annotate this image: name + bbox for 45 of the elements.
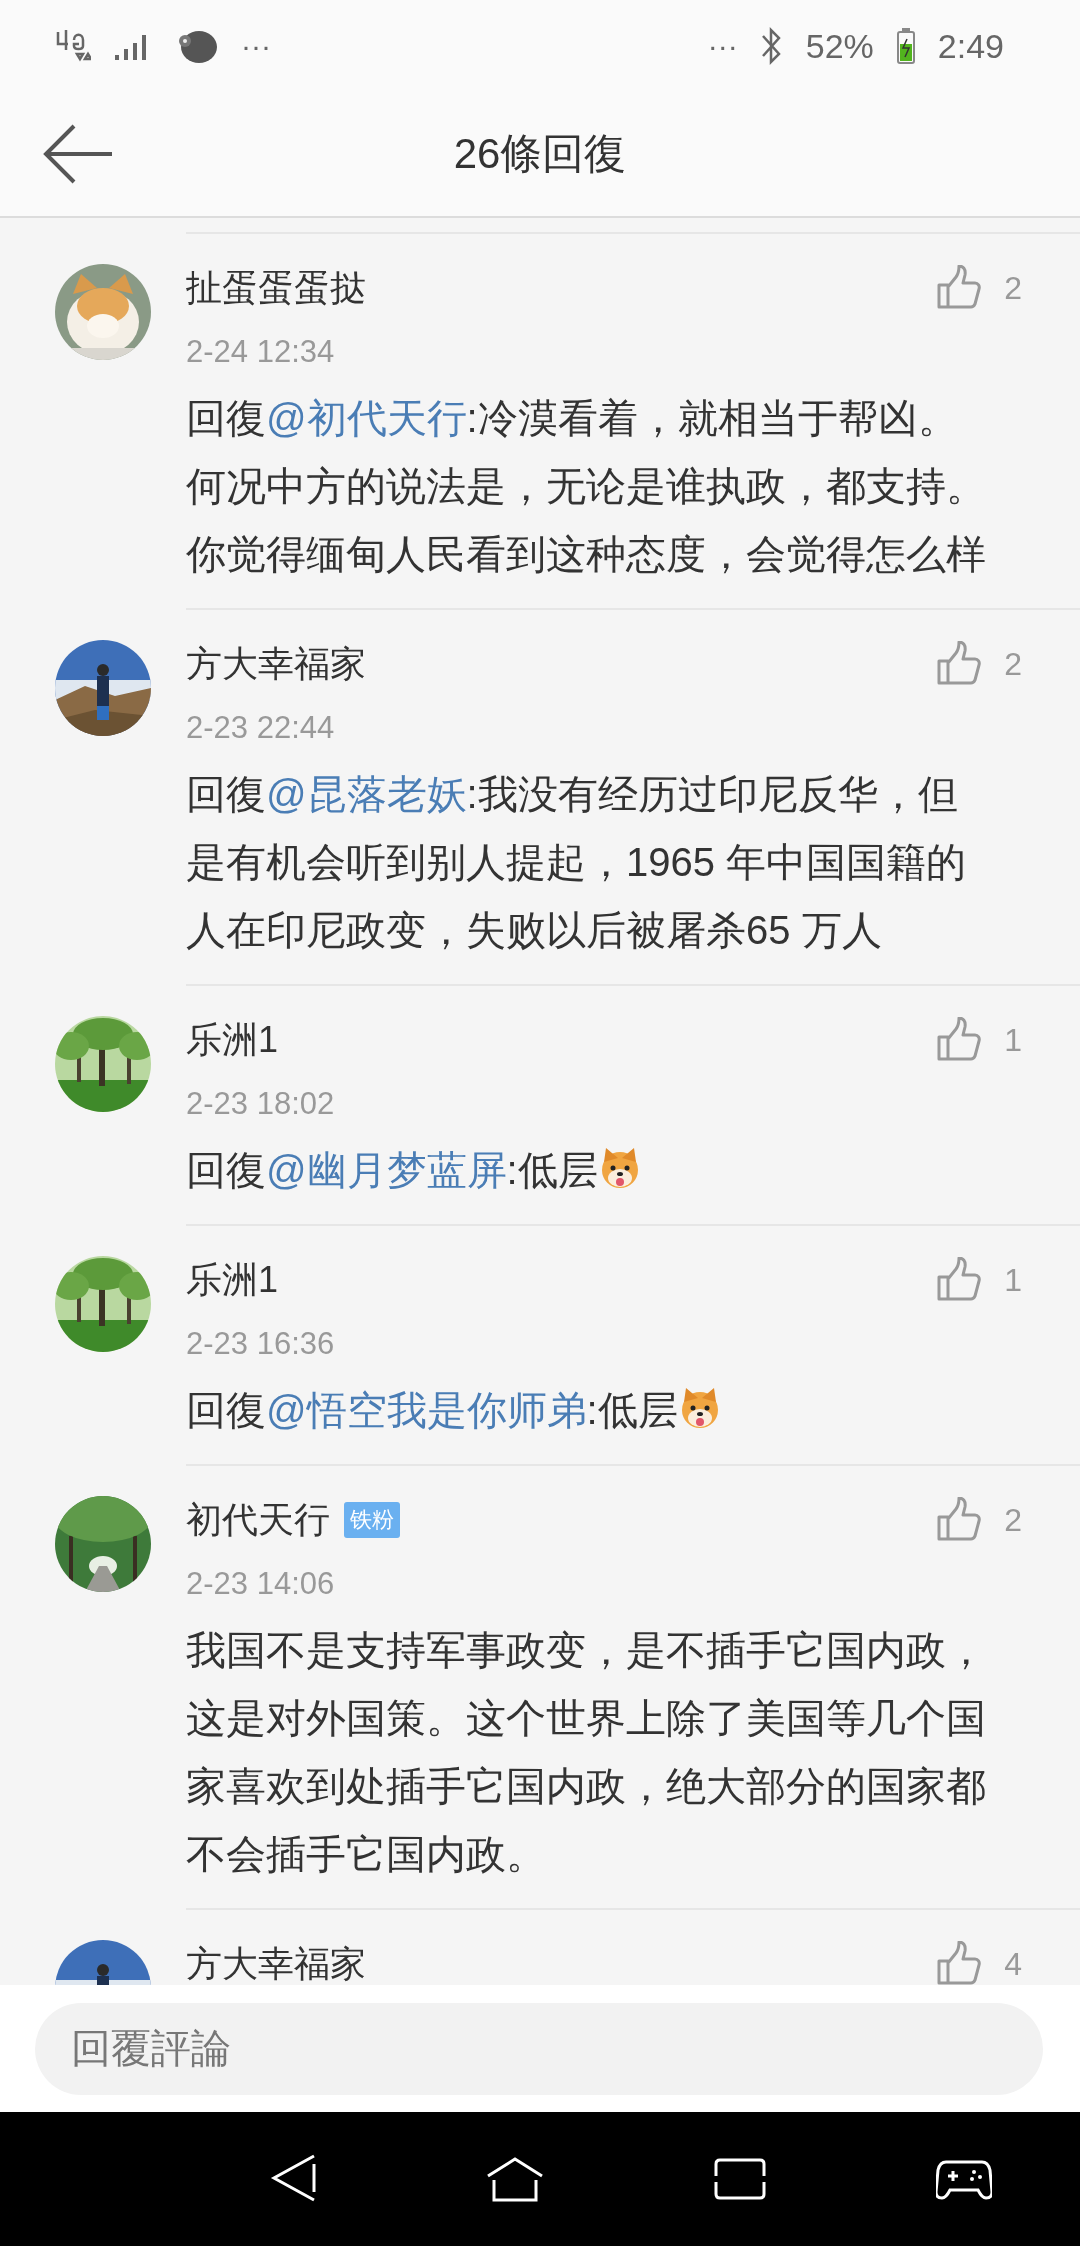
comment-time: 2-23 22:44 [186, 709, 336, 747]
fan-badge: 铁粉 [344, 1502, 400, 1538]
thumbs-up-icon[interactable] [936, 265, 983, 311]
thumbs-up-icon[interactable] [936, 1257, 983, 1303]
comment-time: 2-24 12:34 [186, 333, 336, 371]
more-text: ··· [241, 29, 271, 63]
mention-link[interactable]: @悟空我是你师弟 [266, 1388, 587, 1432]
recent-apps-icon[interactable] [714, 2158, 766, 2200]
mention-link[interactable]: @昆落老妖 [266, 772, 467, 816]
comment-text: 回復@昆落老妖:我没有经历过印尼反华，但是有机会听到别人提起，1965 年中国国籍的人在印尼政变，失败以后被屠杀65 万人 [186, 771, 968, 954]
like-count: 1 [1004, 1261, 1022, 1299]
thumbs-up-icon[interactable] [936, 1497, 983, 1543]
thumbs-up-icon[interactable] [936, 641, 983, 687]
comment-text: 回復@悟空我是你师弟:低层 [186, 1376, 986, 1444]
comment-time: 2-23 14:06 [186, 1565, 336, 1603]
thumbs-up-icon[interactable] [936, 1017, 983, 1063]
clock-time: 2:49 [937, 26, 1004, 66]
back-arrow-icon[interactable] [42, 122, 114, 186]
user-name[interactable]: 方大幸福家 [186, 639, 366, 689]
battery-charging-icon [895, 27, 916, 65]
page-title: 26條回復 [453, 129, 627, 179]
comment-text: 回復@幽月梦蓝屏:低层 [186, 1136, 986, 1204]
like-count: 2 [1004, 1501, 1022, 1539]
like-count: 2 [1004, 269, 1022, 307]
reply-field[interactable]: 回覆評論 [35, 2002, 1043, 2095]
thumbs-up-icon[interactable] [936, 1941, 983, 1985]
like-count: 1 [1004, 1021, 1022, 1059]
like-count: 2 [1004, 645, 1022, 683]
mention-link[interactable]: @初代天行 [266, 396, 467, 440]
mention-link[interactable]: @幽月梦蓝屏 [266, 1148, 507, 1192]
user-name[interactable]: 方大幸福家 [186, 1939, 366, 1985]
battery-percent: 52% [805, 26, 874, 66]
back-icon[interactable] [270, 2154, 316, 2204]
comment-time: 2-23 18:02 [186, 1085, 336, 1123]
user-name[interactable]: 扯蛋蛋蛋挞 [186, 263, 366, 313]
comment-text: 回復@初代天行:冷漠看着，就相当于帮凶。何况中方的说法是，无论是谁执政，都支持。你觉得缅甸人民看到这种态度，会觉得怎么样 [186, 395, 986, 578]
home-icon[interactable] [486, 2156, 544, 2202]
more-text: ··· [707, 29, 738, 63]
like-count: 4 [1004, 1945, 1022, 1983]
comment-text: 我国不是支持军事政变，是不插手它国内政，这是对外国策。这个世界上除了美国等几个国家喜欢到处插手它国内政，绝大部分的国家都不会插手它国内政。 [186, 1627, 986, 1878]
user-name[interactable]: 乐洲1 [186, 1255, 279, 1305]
gamepad-icon[interactable] [936, 2158, 992, 2200]
user-name[interactable]: 初代天行 [186, 1495, 330, 1545]
comment-time: 2-23 16:36 [186, 1325, 336, 1363]
user-name[interactable]: 乐洲1 [186, 1015, 279, 1065]
